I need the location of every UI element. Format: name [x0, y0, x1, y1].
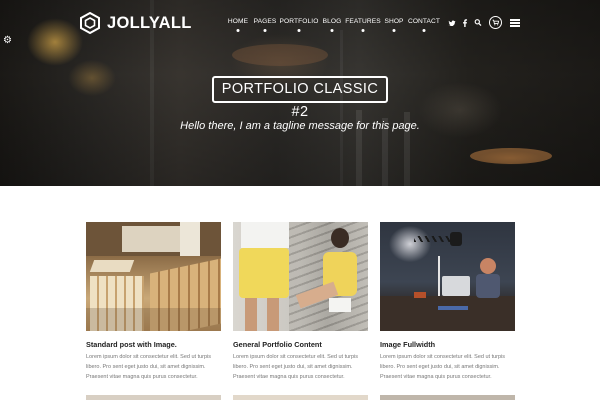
portfolio-image-partial[interactable]: [380, 395, 515, 400]
nav-item-shop[interactable]: SHOP: [384, 18, 403, 25]
nav-dot: [263, 29, 267, 32]
portfolio-item-excerpt: Lorem ipsum dolor sit consectetur elit. …: [86, 352, 226, 382]
portfolio-item-excerpt: Lorem ipsum dolor sit consectetur elit. …: [380, 352, 520, 382]
nav-dot: [422, 29, 426, 32]
portfolio-item[interactable]: [86, 222, 221, 331]
nav-item-home[interactable]: HOME: [228, 18, 248, 25]
portfolio-item-title[interactable]: Standard post with Image.: [86, 340, 177, 349]
nav-dot: [361, 29, 365, 32]
excerpt-line: libero. Pro sent eget justo dui, sit ame…: [86, 364, 206, 370]
portfolio-item-title[interactable]: General Portfolio Content: [233, 340, 322, 349]
portfolio-image[interactable]: [380, 222, 515, 331]
nav-dot: [297, 29, 301, 32]
excerpt-line: Praesent vitae magna quis purus consecte…: [233, 374, 345, 380]
nav-item-contact[interactable]: CONTACT: [408, 18, 440, 25]
facebook-icon[interactable]: [463, 19, 468, 27]
portfolio-item[interactable]: [233, 222, 368, 331]
portfolio-image[interactable]: [233, 222, 368, 331]
portfolio-item-excerpt: Lorem ipsum dolor sit consectetur elit. …: [233, 352, 373, 382]
page-title: PORTFOLIO CLASSIC #2: [212, 76, 388, 120]
excerpt-line: libero. Pro sent eget justo dui, sit ame…: [380, 364, 500, 370]
search-icon[interactable]: [474, 19, 482, 26]
nav-dot: [330, 29, 334, 32]
cart-button[interactable]: [489, 16, 502, 29]
cart-icon: [492, 19, 500, 26]
nav-dot: [392, 29, 396, 32]
page-tagline: Hello there, I am a tagline message for …: [180, 120, 420, 132]
nav-item-pages[interactable]: PAGES: [254, 18, 277, 25]
menu-icon[interactable]: [510, 19, 520, 27]
portfolio-image-partial[interactable]: [233, 395, 368, 400]
portfolio-item[interactable]: [380, 222, 515, 331]
twitter-icon[interactable]: [448, 20, 456, 26]
nav-dot: [236, 29, 240, 32]
excerpt-line: Lorem ipsum dolor sit consectetur elit. …: [380, 354, 506, 360]
excerpt-line: libero. Pro sent eget justo dui, sit ame…: [233, 364, 353, 370]
excerpt-line: Praesent vitae magna quis purus consecte…: [86, 374, 198, 380]
gear-icon[interactable]: ⚙: [3, 36, 12, 46]
portfolio-item-title[interactable]: Image Fullwidth: [380, 340, 435, 349]
portfolio-image[interactable]: [86, 222, 221, 331]
excerpt-line: Lorem ipsum dolor sit consectetur elit. …: [233, 354, 359, 360]
nav-item-blog[interactable]: BLOG: [323, 18, 342, 25]
portfolio-image-partial[interactable]: [86, 395, 221, 400]
excerpt-line: Lorem ipsum dolor sit consectetur elit. …: [86, 354, 212, 360]
nav-item-features[interactable]: FEATURES: [345, 18, 380, 25]
nav-item-portfolio[interactable]: PORTFOLIO: [280, 18, 319, 25]
excerpt-line: Praesent vitae magna quis purus consecte…: [380, 374, 492, 380]
